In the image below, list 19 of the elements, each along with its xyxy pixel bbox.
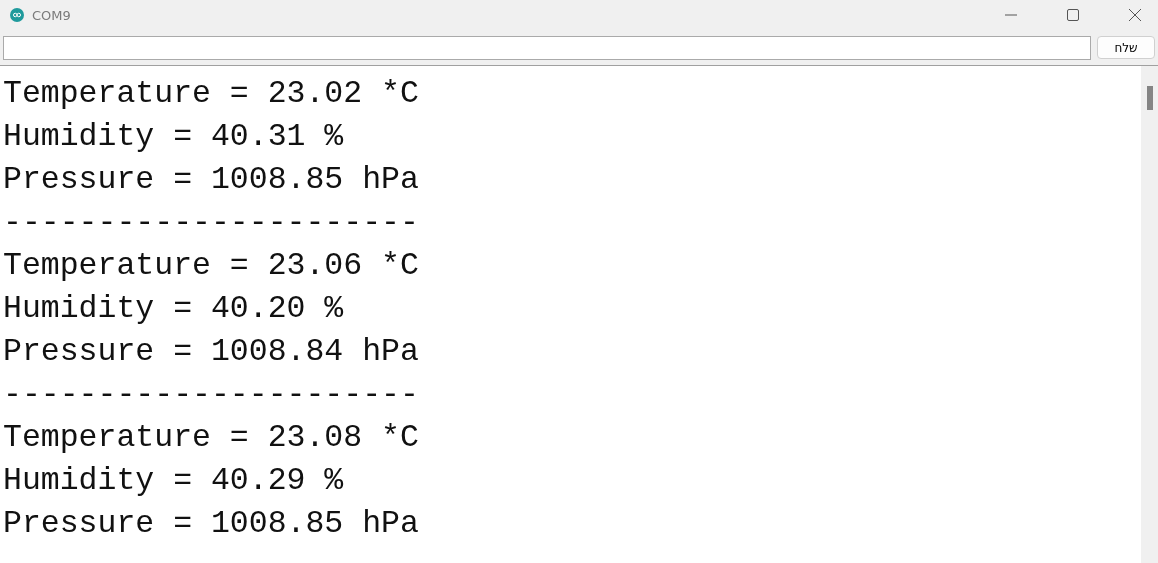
window-title: COM9 — [32, 7, 72, 23]
serial-output-line: Temperature = 23.06 *C — [3, 247, 419, 285]
scrollbar[interactable] — [1141, 66, 1158, 563]
send-button[interactable]: שלח — [1097, 36, 1155, 59]
maximize-icon — [1067, 9, 1079, 21]
serial-output-line: Humidity = 40.20 % — [3, 290, 344, 328]
serial-output-line: Temperature = 23.02 *C — [3, 75, 419, 113]
serial-output-line: ---------------------- — [3, 204, 419, 242]
message-input-field[interactable] — [3, 35, 1091, 60]
serial-output-line: Pressure = 1008.85 hPa — [3, 161, 419, 199]
serial-output-line: ---------------------- — [3, 376, 419, 414]
scrollbar-thumb[interactable] — [1146, 86, 1153, 110]
serial-output-line: Pressure = 1008.84 hPa — [3, 333, 419, 371]
serial-output-line: Humidity = 40.29 % — [3, 462, 344, 500]
serial-output-line: Humidity = 40.31 % — [3, 118, 344, 156]
serial-output-line: Pressure = 1008.85 hPa — [3, 505, 419, 543]
app-logo-icon — [10, 8, 24, 22]
serial-output-line: Temperature = 23.08 *C — [3, 419, 419, 457]
close-icon — [1129, 9, 1141, 21]
